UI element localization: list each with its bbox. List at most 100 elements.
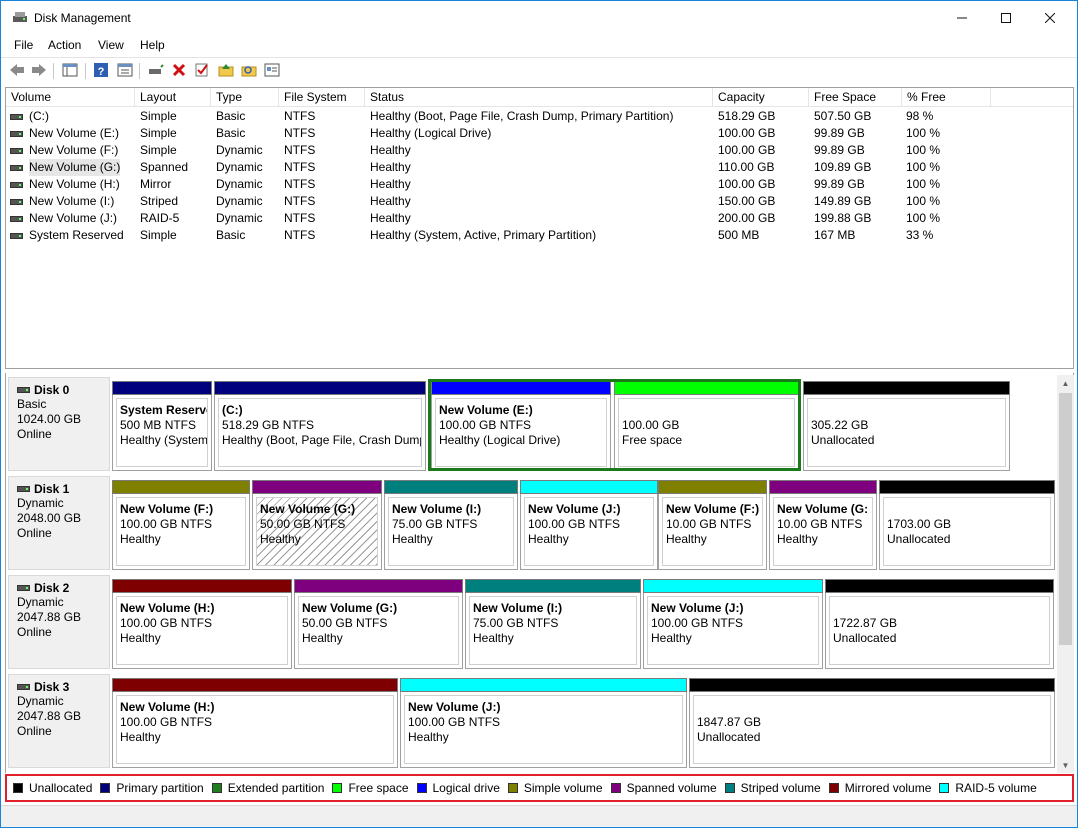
disk-state: Online — [17, 427, 52, 441]
partition[interactable]: New Volume (G:) 50.00 GB NTFS Healthy — [294, 579, 463, 669]
forward-button[interactable] — [30, 61, 48, 79]
legend-swatch — [211, 783, 222, 793]
column-header-file-system[interactable]: File System — [279, 88, 365, 107]
disk-label[interactable]: Disk 2 Dynamic 2047.88 GB Online — [8, 575, 110, 669]
partition-status: Healthy — [302, 631, 343, 645]
column-header-status[interactable]: Status — [365, 88, 713, 107]
explore-button[interactable] — [240, 61, 258, 79]
volume-row[interactable]: System Reserved Simple Basic NTFS Healthy (S… — [6, 227, 1073, 244]
cell-layout: Simple — [140, 228, 177, 242]
menu-view[interactable]: View — [98, 38, 124, 52]
partition-color-bar — [294, 579, 463, 593]
connect-disk-button[interactable] — [147, 61, 165, 79]
cell-type: Dynamic — [216, 160, 263, 174]
cell-pct: 33 % — [906, 228, 934, 242]
partition-size: 10.00 GB NTFS — [666, 517, 752, 531]
column-header-capacity[interactable]: Capacity — [713, 88, 809, 107]
volume-name-cell: System Reserved — [10, 227, 124, 244]
properties-button[interactable] — [116, 61, 134, 79]
check-button[interactable] — [193, 61, 211, 79]
delete-button[interactable] — [170, 61, 188, 79]
volume-row[interactable]: New Volume (I:) Striped Dynamic NTFS Healthy… — [6, 193, 1073, 210]
column-header-volume[interactable]: Volume — [6, 88, 135, 107]
menu-file[interactable]: File — [14, 38, 33, 52]
partition-title: New Volume (I:) — [473, 601, 563, 615]
column-header-layout[interactable]: Layout — [135, 88, 211, 107]
settings-panel-button[interactable] — [263, 61, 281, 79]
partition-status: Healthy — [408, 730, 449, 744]
volume-row[interactable]: New Volume (E:) Simple Basic NTFS Healthy (L… — [6, 125, 1073, 142]
minimize-button[interactable] — [939, 1, 985, 35]
partition[interactable]: 1722.87 GB Unallocated — [825, 579, 1054, 669]
help-button[interactable]: ? — [92, 61, 110, 79]
partition[interactable]: New Volume (J:) 100.00 GB NTFS Healthy — [520, 480, 658, 570]
cell-pct: 100 % — [906, 194, 941, 208]
disk-label[interactable]: Disk 3 Dynamic 2047.88 GB Online — [8, 674, 110, 768]
volume-name-cell: (C:) — [10, 108, 49, 125]
volume-row[interactable]: New Volume (H:) Mirror Dynamic NTFS Healthy 1… — [6, 176, 1073, 193]
partition-body: 1847.87 GB Unallocated — [689, 692, 1055, 768]
partition-color-bar — [112, 381, 212, 395]
cell-free: 167 MB — [814, 228, 856, 242]
open-folder-button[interactable] — [217, 61, 235, 79]
menu-help[interactable]: Help — [140, 38, 165, 52]
partition[interactable]: New Volume (J:) 100.00 GB NTFS Healthy — [400, 678, 687, 768]
scrollbar-thumb[interactable] — [1059, 393, 1072, 645]
partition[interactable]: New Volume (F:) 10.00 GB NTFS Healthy — [658, 480, 767, 570]
volume-row[interactable]: New Volume (F:) Simple Dynamic NTFS Healthy 1… — [6, 142, 1073, 159]
partition-info: New Volume (G:) 50.00 GB NTFS Healthy — [256, 497, 378, 566]
volume-row[interactable]: New Volume (J:) RAID-5 Dynamic NTFS Healthy 2… — [6, 210, 1073, 227]
volume-list-header: Volume Layout Type File System Status Ca… — [6, 88, 1073, 107]
partition-title: New Volume (G:) — [302, 601, 398, 615]
partition[interactable]: New Volume (G:) 50.00 GB NTFS Healthy — [252, 480, 382, 570]
partition-body: New Volume (H:) 100.00 GB NTFS Healthy — [112, 593, 292, 669]
volume-row[interactable]: New Volume (G:) Spanned Dynamic NTFS Healthy… — [6, 159, 1073, 176]
partition-title: New Volume (F:) — [666, 502, 760, 516]
disk-label[interactable]: Disk 1 Dynamic 2048.00 GB Online — [8, 476, 110, 570]
partition-status: Healthy (Boot, Page File, Crash Dump — [222, 433, 422, 447]
column-header-free-space[interactable]: Free Space — [809, 88, 902, 107]
disk-size: 2048.00 GB — [17, 511, 82, 525]
close-button[interactable] — [1027, 1, 1073, 35]
disk-management-icon — [13, 12, 27, 22]
partition[interactable]: New Volume (I:) 75.00 GB NTFS Healthy — [465, 579, 641, 669]
partition-title: New Volume (G:) — [260, 502, 356, 516]
partition[interactable]: New Volume (H:) 100.00 GB NTFS Healthy — [112, 579, 292, 669]
partition[interactable]: New Volume (G: 10.00 GB NTFS Healthy — [769, 480, 877, 570]
console-tree-icon — [62, 63, 78, 77]
partition[interactable]: 1703.00 GB Unallocated — [879, 480, 1055, 570]
partition[interactable]: New Volume (I:) 75.00 GB NTFS Healthy — [384, 480, 518, 570]
scroll-down-arrow-icon[interactable]: ▼ — [1057, 757, 1074, 773]
volume-row[interactable]: (C:) Simple Basic NTFS Healthy (Boot, Page F… — [6, 108, 1073, 125]
partition[interactable]: 305.22 GB Unallocated — [803, 381, 1010, 471]
partition[interactable]: System Reserve 500 MB NTFS Healthy (System — [112, 381, 212, 471]
cell-status: Healthy (Logical Drive) — [370, 126, 492, 140]
drive-icon — [10, 232, 23, 239]
menu-action[interactable]: Action — [48, 38, 81, 52]
partition[interactable]: New Volume (H:) 100.00 GB NTFS Healthy — [112, 678, 398, 768]
partition-info: New Volume (H:) 100.00 GB NTFS Healthy — [116, 596, 288, 665]
partition-body: New Volume (G: 10.00 GB NTFS Healthy — [769, 494, 877, 570]
legend-label: Striped volume — [740, 781, 821, 795]
disk-connect-icon — [149, 64, 164, 74]
vertical-scrollbar[interactable]: ▲ ▼ — [1057, 375, 1074, 773]
back-button[interactable] — [8, 61, 26, 79]
drive-icon — [10, 147, 23, 154]
partition[interactable]: (C:) 518.29 GB NTFS Healthy (Boot, Page Fi… — [214, 381, 426, 471]
partition[interactable]: 1847.87 GB Unallocated — [689, 678, 1055, 768]
maximize-button[interactable] — [983, 1, 1029, 35]
partition-body: 1722.87 GB Unallocated — [825, 593, 1054, 669]
partition[interactable]: New Volume (J:) 100.00 GB NTFS Healthy — [643, 579, 823, 669]
drive-icon — [10, 181, 23, 188]
partition[interactable]: New Volume (F:) 100.00 GB NTFS Healthy — [112, 480, 250, 570]
cell-free: 199.88 GB — [814, 211, 872, 225]
column-header-percent-free[interactable]: % Free — [902, 88, 991, 107]
disk-label[interactable]: Disk 0 Basic 1024.00 GB Online — [8, 377, 110, 471]
scroll-up-arrow-icon[interactable]: ▲ — [1057, 375, 1074, 391]
show-hide-console-tree-button[interactable] — [61, 61, 79, 79]
window-title: Disk Management — [34, 11, 131, 25]
disk-state: Online — [17, 724, 52, 738]
partition-color-bar — [384, 480, 518, 494]
disk-size: 2047.88 GB — [17, 709, 82, 723]
column-header-type[interactable]: Type — [211, 88, 279, 107]
